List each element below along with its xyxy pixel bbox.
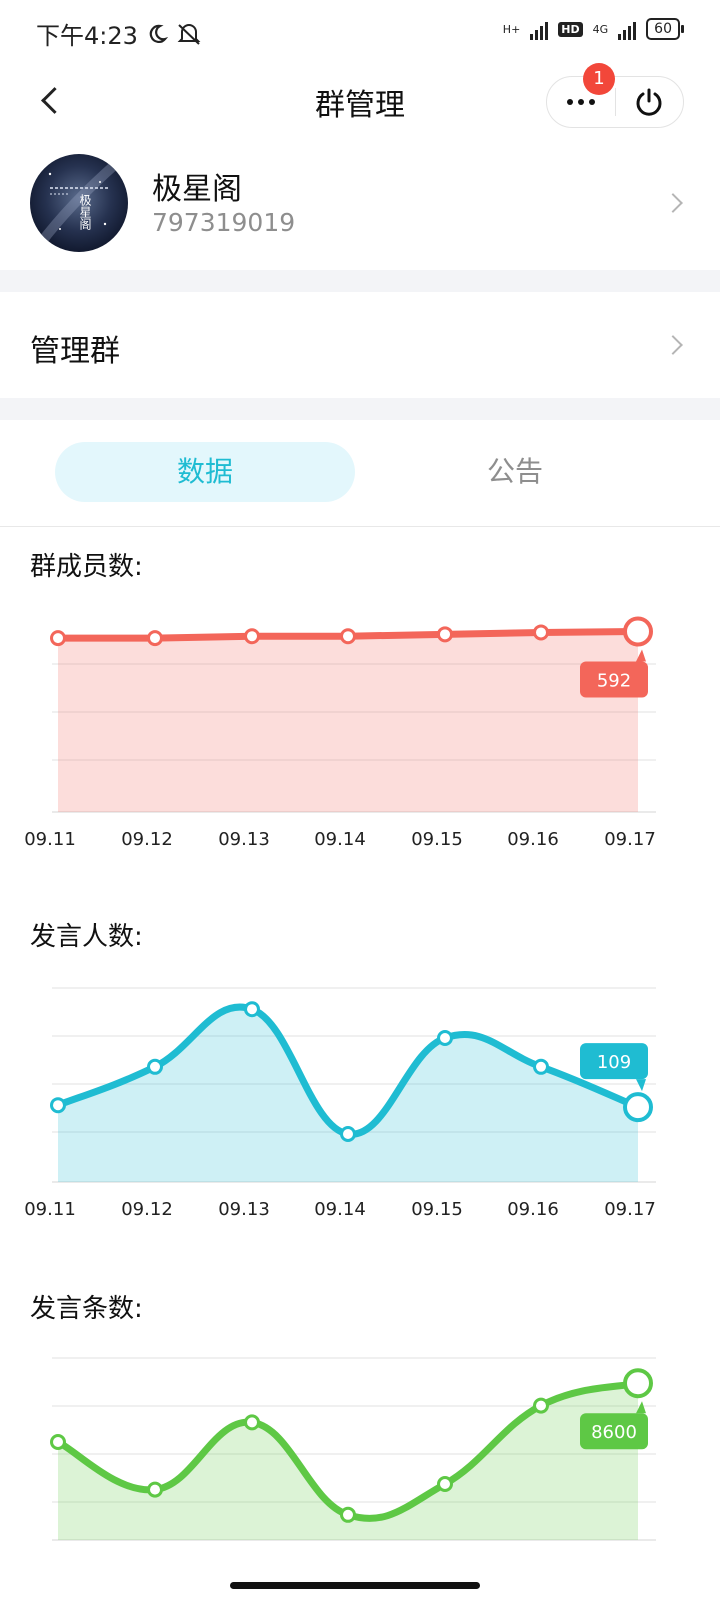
- x-tick-label: 09.16: [507, 1199, 559, 1220]
- moon-icon: [149, 24, 168, 43]
- close-button[interactable]: [616, 77, 682, 127]
- x-tick-label: 09.14: [314, 1199, 366, 1220]
- data-point: [437, 626, 453, 643]
- avatar-logo-text: 极星阁: [78, 194, 92, 231]
- messages-chart: 8600: [50, 1357, 656, 1541]
- tab-data[interactable]: 数据: [55, 442, 355, 502]
- home-indicator: [230, 1582, 480, 1589]
- x-tick-label: 09.15: [411, 1199, 463, 1220]
- section-divider: [0, 270, 720, 292]
- group-info-row[interactable]: 极星阁 极星阁 797319019: [0, 140, 720, 270]
- data-point: [623, 616, 653, 647]
- data-point: [623, 1368, 653, 1399]
- manage-group-label: 管理群: [30, 334, 120, 369]
- network-type-1: H+: [502, 22, 521, 36]
- tab-bar: 数据 公告: [0, 420, 720, 527]
- speakers-chart: 109 09.11 09.12 09.13 09.14 09.15 09.16 09.17: [24, 987, 656, 1220]
- tab-notice[interactable]: 公告: [365, 442, 665, 502]
- data-point: [340, 1506, 356, 1523]
- data-label-text: 8600: [591, 1422, 637, 1443]
- network-type-2: 4G: [592, 22, 609, 36]
- data-point: [50, 630, 66, 647]
- members-area: [58, 631, 638, 812]
- data-point: [533, 624, 549, 641]
- status-time: 下午4:23: [36, 22, 138, 50]
- data-point: [147, 630, 163, 647]
- data-point: [533, 1058, 549, 1075]
- manage-group-row[interactable]: 管理群: [0, 292, 720, 398]
- chevron-right-icon: [663, 335, 683, 355]
- group-name: 极星阁: [152, 172, 242, 207]
- data-point: [244, 1001, 260, 1018]
- x-tick-label: 09.15: [411, 829, 463, 850]
- group-id: 797319019: [152, 208, 296, 237]
- x-tick-label: 09.17: [604, 829, 656, 850]
- chevron-right-icon: [663, 193, 683, 213]
- signal-icon: [530, 18, 549, 40]
- signal-icon: [618, 18, 637, 40]
- notification-badge: 1: [583, 63, 615, 95]
- x-tick-label: 09.16: [507, 829, 559, 850]
- status-right: H+ HD 4G 60: [502, 18, 684, 40]
- data-point: [50, 1434, 66, 1450]
- hd-badge: HD: [558, 21, 583, 37]
- nav-bar: 群管理 1: [0, 63, 720, 140]
- x-tick-label: 09.12: [121, 1199, 173, 1220]
- x-tick-label: 09.11: [24, 829, 76, 850]
- data-label-text: 592: [597, 671, 631, 692]
- more-button[interactable]: 1: [547, 63, 615, 127]
- members-chart: 592 09.11 09.12 09.13 09.14 09.15 09.16 09.17: [24, 616, 656, 850]
- mini-program-capsule: 1: [546, 63, 684, 128]
- power-icon: [636, 88, 662, 116]
- battery-level: 60: [654, 21, 672, 37]
- bell-off-icon: [177, 23, 201, 45]
- speakers-area: [58, 1007, 638, 1182]
- data-point: [147, 1058, 163, 1075]
- data-point: [50, 1097, 66, 1114]
- messages-chart-title: 发言条数:: [30, 1294, 143, 1324]
- data-label-text: 109: [597, 1052, 631, 1073]
- x-tick-label: 09.13: [218, 829, 270, 850]
- data-point: [437, 1476, 453, 1492]
- data-point: [623, 1092, 653, 1123]
- status-bar: 下午4:23 H+ HD 4G 60: [0, 0, 720, 64]
- data-point: [437, 1030, 453, 1046]
- members-chart-title: 群成员数:: [30, 552, 143, 582]
- data-point: [244, 628, 260, 645]
- x-tick-label: 09.13: [218, 1199, 270, 1220]
- x-tick-label: 09.11: [24, 1199, 76, 1220]
- section-divider: [0, 398, 720, 420]
- data-point: [147, 1481, 163, 1498]
- data-point: [533, 1397, 549, 1414]
- x-tick-label: 09.12: [121, 829, 173, 850]
- x-tick-label: 09.17: [604, 1199, 656, 1220]
- data-point: [340, 1126, 356, 1142]
- data-point: [244, 1414, 260, 1431]
- speakers-chart-title: 发言人数:: [30, 922, 143, 952]
- battery-icon: 60: [646, 18, 684, 40]
- group-avatar: 极星阁: [30, 154, 128, 252]
- more-icon: [567, 99, 595, 105]
- status-left: 下午4:23: [36, 16, 202, 51]
- data-point: [340, 628, 356, 645]
- x-tick-label: 09.14: [314, 829, 366, 850]
